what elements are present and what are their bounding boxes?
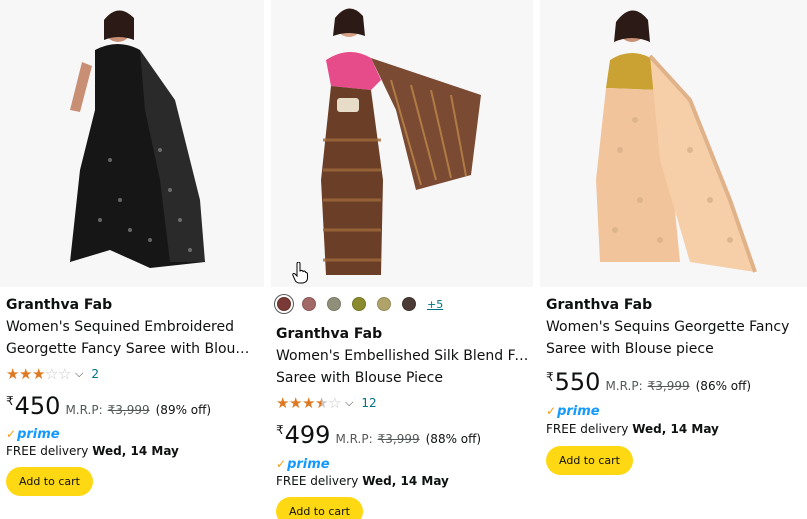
price-row: ₹ 499 M.R.P: ₹3,999 (88% off) <box>276 421 481 449</box>
prime-label: prime <box>287 456 330 472</box>
delivery-info: FREE delivery Wed, 14 May <box>6 444 179 458</box>
prime-label: prime <box>557 403 600 419</box>
prime-badge: ✓ prime <box>276 456 330 472</box>
delivery-date: Wed, 14 May <box>632 422 719 436</box>
color-swatch[interactable] <box>277 297 291 311</box>
price[interactable]: 550 <box>555 368 601 396</box>
price-row: ₹ 450 M.R.P: ₹3,999 (89% off) <box>6 392 211 420</box>
color-swatches: +5 <box>277 297 443 311</box>
product-card: +5 Granthva Fab Women's Embellished Silk… <box>271 0 533 519</box>
saree-brown-illustration <box>271 0 533 287</box>
product-card: Granthva Fab Women's Sequins Georgette F… <box>540 0 807 519</box>
product-title[interactable]: Women's Sequins Georgette Fancy Saree wi… <box>546 316 801 360</box>
product-title-line[interactable]: Georgette Fancy Saree with Blouse… <box>6 338 251 360</box>
mrp-label: M.R.P: <box>605 379 643 393</box>
star-full-icon: ★ <box>289 393 303 412</box>
currency-symbol: ₹ <box>6 394 14 408</box>
product-image[interactable] <box>540 0 807 287</box>
product-image[interactable] <box>0 0 264 287</box>
rating[interactable]: ★ ★ ★ ★ ☆ ⌵ 12 <box>276 395 377 411</box>
mrp-value: ₹3,999 <box>647 379 690 393</box>
color-swatch[interactable] <box>302 297 316 311</box>
price[interactable]: 450 <box>15 392 61 420</box>
mrp-value: ₹3,999 <box>377 432 420 446</box>
delivery-date: Wed, 14 May <box>92 444 179 458</box>
delivery-date: Wed, 14 May <box>362 474 449 488</box>
chevron-down-icon[interactable]: ⌵ <box>345 396 353 410</box>
prime-check-icon: ✓ <box>6 427 17 441</box>
prime-badge: ✓ prime <box>6 426 60 442</box>
brand-name: Granthva Fab <box>546 297 653 313</box>
product-card: Granthva Fab Women's Sequined Embroidere… <box>0 0 264 519</box>
delivery-info: FREE delivery Wed, 14 May <box>276 474 449 488</box>
prime-check-icon: ✓ <box>276 457 287 471</box>
rating-count[interactable]: 12 <box>361 396 376 410</box>
star-empty-icon: ☆ <box>328 393 342 412</box>
delivery-prefix: FREE delivery <box>276 474 359 488</box>
price-row: ₹ 550 M.R.P: ₹3,999 (86% off) <box>546 368 751 396</box>
prime-badge: ✓ prime <box>546 403 600 419</box>
product-title[interactable]: Women's Embellished Silk Blend Fancy Sar… <box>276 345 531 389</box>
product-title-line[interactable]: Women's Sequined Embroidered <box>6 316 251 338</box>
add-to-cart-button[interactable]: Add to cart <box>546 446 633 475</box>
product-title-line[interactable]: Saree with Blouse piece <box>546 338 801 360</box>
saree-peach-illustration <box>540 0 807 287</box>
discount: (86% off) <box>695 379 752 393</box>
discount: (89% off) <box>155 403 212 417</box>
price[interactable]: 499 <box>285 421 331 449</box>
color-swatch[interactable] <box>327 297 341 311</box>
brand-name: Granthva Fab <box>276 326 383 342</box>
add-to-cart-button[interactable]: Add to cart <box>276 497 363 519</box>
product-title-line[interactable]: Women's Embellished Silk Blend Fancy <box>276 345 531 367</box>
mrp-label: M.R.P: <box>65 403 103 417</box>
color-swatch[interactable] <box>402 297 416 311</box>
more-colors-link[interactable]: +5 <box>427 298 443 311</box>
star-full-icon: ★ <box>32 364 46 383</box>
star-full-icon: ★ <box>276 393 290 412</box>
delivery-prefix: FREE delivery <box>546 422 629 436</box>
star-half-icon: ★ <box>315 393 329 412</box>
color-swatch[interactable] <box>352 297 366 311</box>
mrp-value: ₹3,999 <box>107 403 150 417</box>
star-full-icon: ★ <box>302 393 316 412</box>
prime-label: prime <box>17 426 60 442</box>
delivery-info: FREE delivery Wed, 14 May <box>546 422 719 436</box>
star-empty-icon: ☆ <box>58 364 72 383</box>
star-rating[interactable]: ★ ★ ★ ☆ ☆ <box>6 364 72 383</box>
add-to-cart-button[interactable]: Add to cart <box>6 467 93 496</box>
mrp-label: M.R.P: <box>335 432 373 446</box>
hand-cursor-icon <box>292 262 308 284</box>
product-title-line[interactable]: Saree with Blouse Piece <box>276 367 531 389</box>
star-full-icon: ★ <box>6 364 20 383</box>
rating-count[interactable]: 2 <box>91 367 99 381</box>
color-swatch[interactable] <box>377 297 391 311</box>
brand-name: Granthva Fab <box>6 297 113 313</box>
star-full-icon: ★ <box>19 364 33 383</box>
star-rating[interactable]: ★ ★ ★ ★ ☆ <box>276 393 342 412</box>
rating[interactable]: ★ ★ ★ ☆ ☆ ⌵ 2 <box>6 366 99 382</box>
currency-symbol: ₹ <box>546 370 554 384</box>
currency-symbol: ₹ <box>276 423 284 437</box>
prime-check-icon: ✓ <box>546 404 557 418</box>
chevron-down-icon[interactable]: ⌵ <box>75 367 83 381</box>
saree-black-illustration <box>0 0 264 287</box>
product-image[interactable] <box>271 0 533 287</box>
product-title-line[interactable]: Women's Sequins Georgette Fancy <box>546 316 801 338</box>
star-empty-icon: ☆ <box>45 364 59 383</box>
delivery-prefix: FREE delivery <box>6 444 89 458</box>
discount: (88% off) <box>425 432 482 446</box>
product-title[interactable]: Women's Sequined Embroidered Georgette F… <box>6 316 251 360</box>
